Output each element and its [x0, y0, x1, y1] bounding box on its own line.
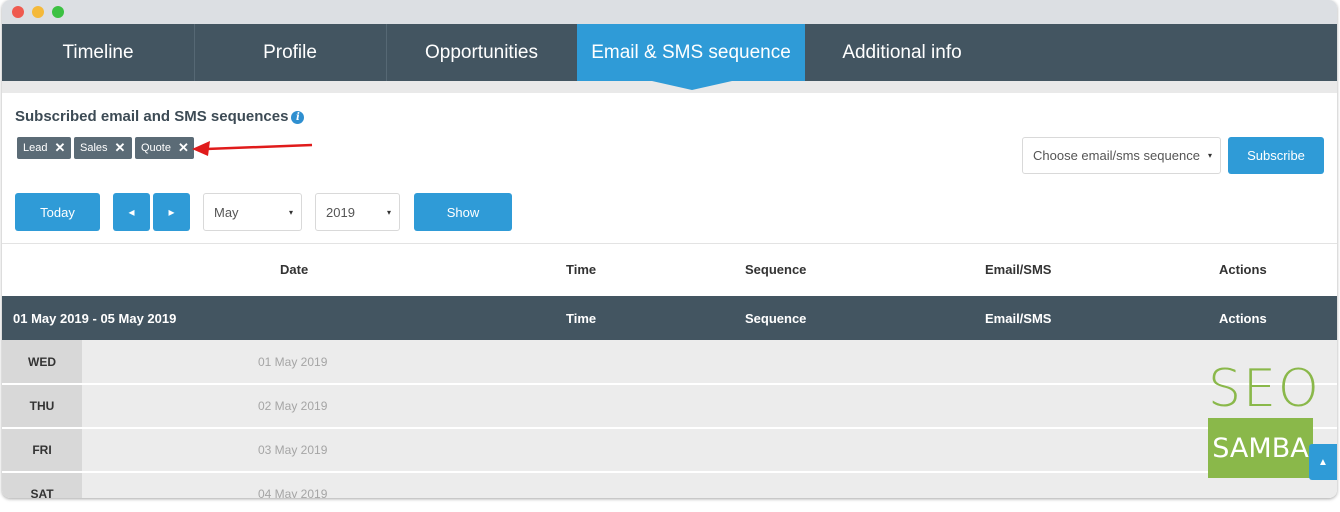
tag-label: Quote [141, 142, 171, 154]
day-label-fri: FRI [2, 429, 82, 471]
month-select-value: May [214, 204, 239, 220]
subscribe-button[interactable]: Subscribe [1228, 137, 1324, 174]
section-title-text: Subscribed email and SMS sequences [15, 108, 289, 125]
day-date: 04 May 2019 [258, 487, 328, 498]
column-header-date: Date [280, 262, 309, 277]
window-titlebar [2, 0, 1337, 24]
maximize-window-dot[interactable] [52, 6, 64, 18]
tag-lead: Lead ✕ [17, 137, 71, 159]
sequence-select-value: Choose email/sms sequence [1033, 148, 1200, 163]
remove-tag-icon[interactable]: ✕ [115, 140, 126, 156]
app-window: Timeline Profile Opportunities Email & S… [2, 0, 1337, 498]
show-button[interactable]: Show [414, 193, 512, 231]
info-icon[interactable]: i [291, 111, 305, 124]
tag-sales: Sales ✕ [74, 137, 132, 159]
remove-tag-icon[interactable]: ✕ [54, 140, 65, 156]
tab-bar: Timeline Profile Opportunities Email & S… [2, 24, 1337, 81]
day-date: 03 May 2019 [258, 443, 328, 457]
seo-samba-watermark: SEO SAMBA [1208, 359, 1321, 478]
week-column-time: Time [566, 311, 597, 326]
section-title: Subscribed email and SMS sequences i [15, 108, 305, 125]
next-month-button[interactable]: ▸ [153, 193, 190, 231]
column-header-time: Time [566, 262, 597, 277]
chevron-down-icon: ▾ [386, 207, 391, 217]
tab-additional-info[interactable]: Additional info [805, 24, 999, 81]
week-column-sequence: Sequence [745, 311, 807, 326]
week-column-email-sms: Email/SMS [985, 311, 1052, 326]
tag-label: Lead [23, 142, 48, 154]
watermark-seo-text: SEO [1208, 359, 1321, 419]
tab-timeline[interactable]: Timeline [2, 24, 195, 81]
active-tab-pointer [652, 81, 732, 90]
watermark-samba-text: SAMBA [1208, 418, 1313, 478]
year-select-value: 2019 [326, 204, 355, 220]
day-label-sat: SAT [2, 473, 82, 498]
sequence-select[interactable]: Choose email/sms sequence ▾ [1022, 137, 1221, 174]
day-date: 01 May 2019 [258, 355, 328, 369]
tab-email-sms-sequence[interactable]: Email & SMS sequence [577, 24, 805, 81]
week-header-row: 01 May 2019 - 05 May 2019 Time Sequence … [2, 296, 1337, 340]
minimize-window-dot[interactable] [32, 6, 44, 18]
chevron-down-icon: ▾ [1207, 151, 1212, 160]
scroll-to-top-button[interactable]: ▲ [1309, 444, 1337, 480]
tag-label: Sales [80, 142, 108, 154]
month-select[interactable]: May ▾ [203, 193, 302, 231]
previous-month-button[interactable]: ◂ [113, 193, 150, 231]
chevron-up-icon: ▲ [1318, 456, 1328, 468]
close-window-dot[interactable] [12, 6, 24, 18]
annotation-arrow-icon [192, 141, 313, 156]
table-divider [2, 243, 1337, 244]
day-date: 02 May 2019 [258, 399, 328, 413]
tag-quote: Quote ✕ [135, 137, 194, 159]
week-range: 01 May 2019 - 05 May 2019 [13, 311, 177, 326]
day-label-thu: THU [2, 385, 82, 427]
column-header-email-sms: Email/SMS [985, 262, 1052, 277]
column-header-sequence: Sequence [745, 262, 807, 277]
column-header-actions: Actions [1219, 262, 1267, 277]
day-label-wed: WED [2, 340, 82, 383]
chevron-down-icon: ▾ [288, 207, 293, 217]
tab-opportunities[interactable]: Opportunities [386, 24, 578, 81]
week-column-actions: Actions [1219, 311, 1267, 326]
today-button[interactable]: Today [15, 193, 100, 231]
tab-profile[interactable]: Profile [194, 24, 387, 81]
year-select[interactable]: 2019 ▾ [315, 193, 400, 231]
